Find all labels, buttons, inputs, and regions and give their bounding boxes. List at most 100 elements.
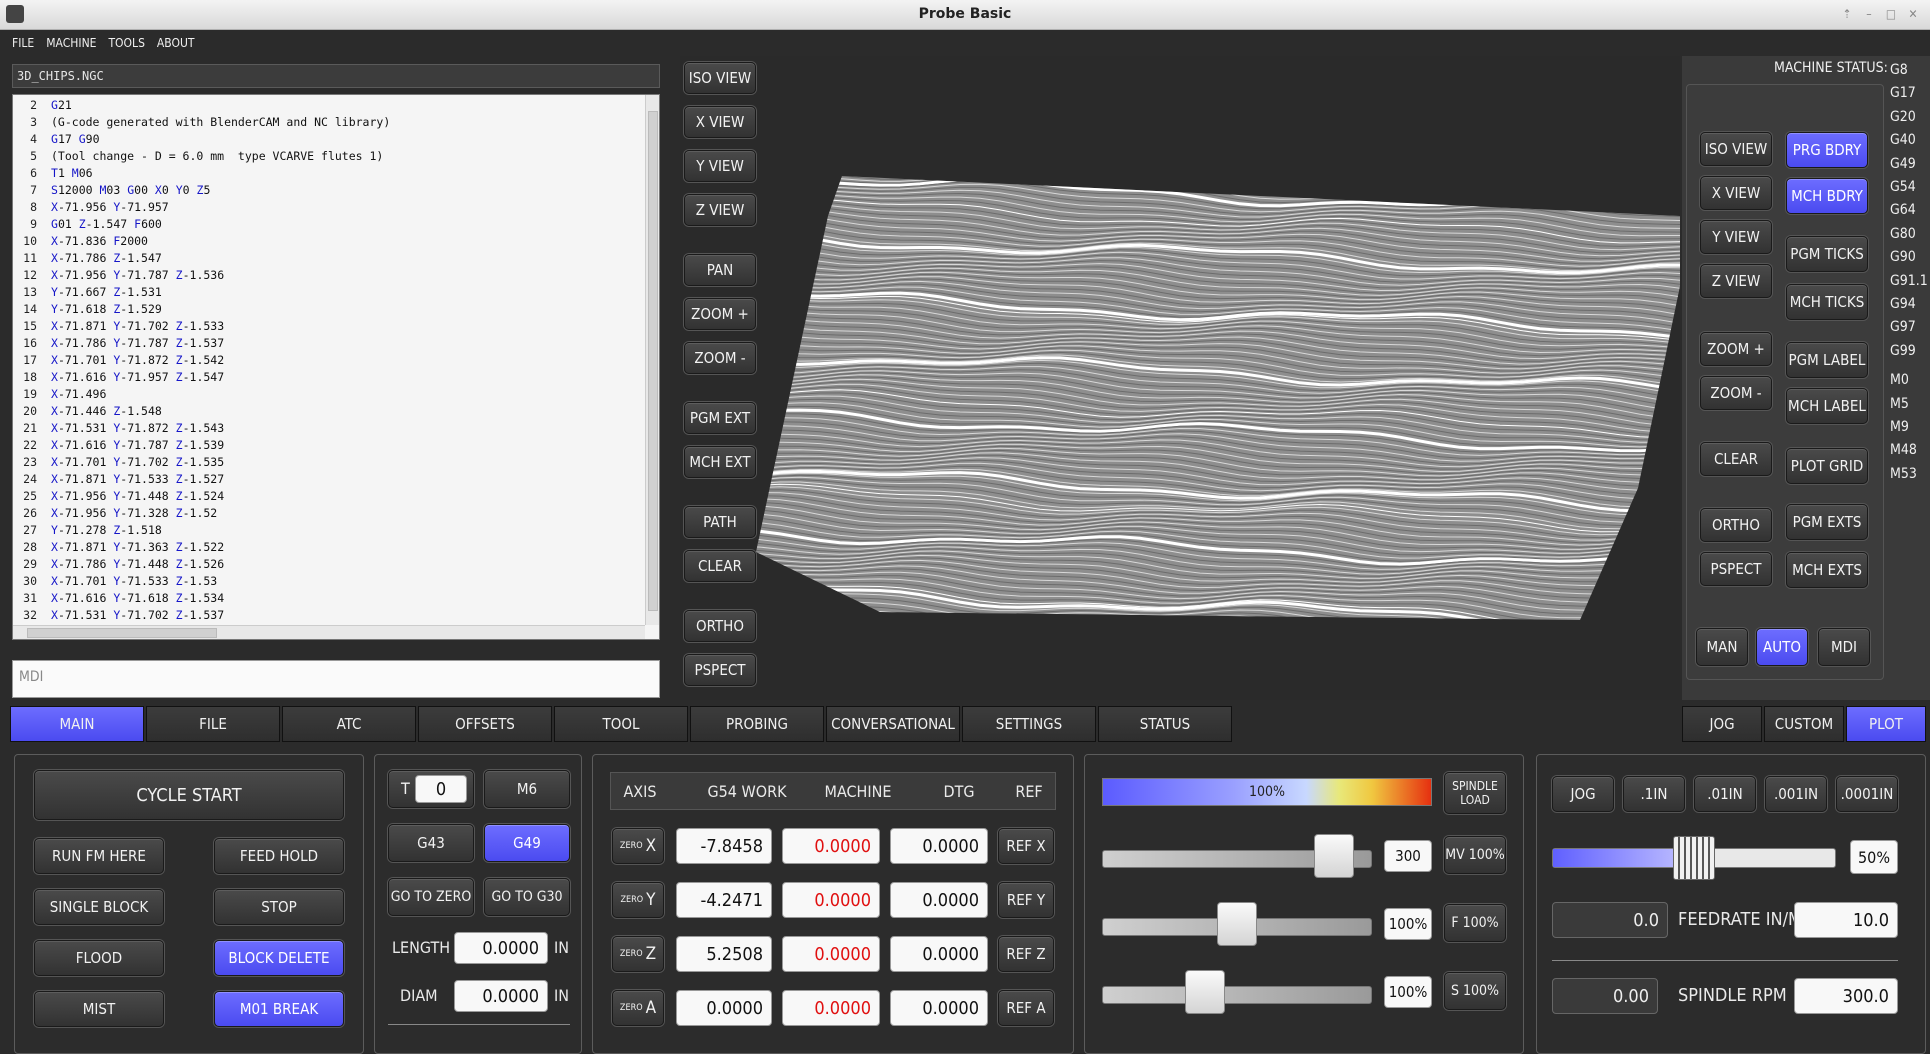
gcode-line[interactable]: 30 X-71.701 Y-71.533 Z-1.53: [13, 573, 643, 590]
menu-machine[interactable]: MACHINE: [40, 30, 102, 56]
menu-about[interactable]: ABOUT: [151, 30, 201, 56]
mdi-input[interactable]: MDI: [12, 660, 660, 698]
gcode-line[interactable]: 11 X-71.786 Z-1.547: [13, 250, 643, 267]
tab-settings[interactable]: SETTINGS: [962, 706, 1096, 742]
rp-btn-clear[interactable]: CLEAR: [1700, 442, 1772, 476]
flood-button[interactable]: FLOOD: [34, 940, 164, 976]
plot-btn-path[interactable]: PATH: [684, 506, 756, 538]
tab-probing[interactable]: PROBING: [690, 706, 824, 742]
spindle-slider[interactable]: [1102, 986, 1372, 1004]
scroll-thumb-h[interactable]: [27, 628, 217, 638]
ref-z-button[interactable]: REF Z: [998, 936, 1054, 972]
mode-btn-mdi[interactable]: MDI: [1818, 628, 1870, 666]
horizontal-scrollbar[interactable]: [13, 625, 645, 639]
work-coord-y[interactable]: -4.2471: [676, 882, 772, 918]
gcode-line[interactable]: 5 (Tool change - D = 6.0 mm type VCARVE f…: [13, 148, 643, 165]
rp-btn-mch-label[interactable]: MCH LABEL: [1786, 388, 1868, 424]
rp-btn-pgm-ticks[interactable]: PGM TICKS: [1786, 236, 1868, 272]
ref-a-button[interactable]: REF A: [998, 990, 1054, 1026]
rp-btn-mch-ticks[interactable]: MCH TICKS: [1786, 284, 1868, 320]
rp-btn-z-view[interactable]: Z VIEW: [1700, 264, 1772, 298]
close-icon[interactable]: ✕: [1906, 7, 1920, 21]
tab-custom[interactable]: CUSTOM: [1764, 706, 1844, 742]
gcode-line[interactable]: 27 Y-71.278 Z-1.518: [13, 522, 643, 539]
tab-tool[interactable]: TOOL: [554, 706, 688, 742]
spindle-rpm-command[interactable]: 300.0: [1794, 978, 1898, 1014]
jog-increment-jog[interactable]: JOG: [1552, 776, 1614, 812]
gcode-line[interactable]: 15 X-71.871 Y-71.702 Z-1.533: [13, 318, 643, 335]
single-block-button[interactable]: SINGLE BLOCK: [34, 889, 164, 925]
ref-x-button[interactable]: REF X: [998, 828, 1054, 864]
gcode-line[interactable]: 21 X-71.531 Y-71.872 Z-1.543: [13, 420, 643, 437]
gcode-line[interactable]: 26 X-71.956 Y-71.328 Z-1.52: [13, 505, 643, 522]
gcode-line[interactable]: 14 Y-71.618 Z-1.529: [13, 301, 643, 318]
ref-y-button[interactable]: REF Y: [998, 882, 1054, 918]
jog-increment-1in[interactable]: .1IN: [1623, 776, 1685, 812]
maximize-icon[interactable]: □: [1884, 7, 1898, 21]
plot-btn-x-view[interactable]: X VIEW: [684, 106, 756, 138]
rp-btn-iso-view[interactable]: ISO VIEW: [1700, 132, 1772, 166]
plot-btn-pan[interactable]: PAN: [684, 254, 756, 286]
gcode-editor[interactable]: 2 G21 3 (G-code generated with BlenderCAM a…: [12, 94, 660, 640]
gcode-line[interactable]: 2 G21: [13, 97, 643, 114]
zero-z-button[interactable]: ZERO Z: [612, 936, 664, 972]
jog-increment-0001in[interactable]: .0001IN: [1836, 776, 1898, 812]
gcode-line[interactable]: 25 X-71.956 Y-71.448 Z-1.524: [13, 488, 643, 505]
gcode-line[interactable]: 28 X-71.871 Y-71.363 Z-1.522: [13, 539, 643, 556]
plot-btn-ortho[interactable]: ORTHO: [684, 610, 756, 642]
gcode-line[interactable]: 9 G01 Z-1.547 F600: [13, 216, 643, 233]
m01-break-button[interactable]: M01 BREAK: [214, 991, 344, 1027]
zero-y-button[interactable]: ZERO Y: [612, 882, 664, 918]
rp-btn-mch-exts[interactable]: MCH EXTS: [1786, 552, 1868, 588]
tab-atc[interactable]: ATC: [282, 706, 416, 742]
backplot-view[interactable]: [680, 56, 1680, 700]
gcode-line[interactable]: 29 X-71.786 Y-71.448 Z-1.526: [13, 556, 643, 573]
rp-btn-plot-grid[interactable]: PLOT GRID: [1786, 448, 1868, 484]
rp-btn-pspect[interactable]: PSPECT: [1700, 552, 1772, 586]
gcode-line[interactable]: 19 X-71.496: [13, 386, 643, 403]
gcode-line[interactable]: 4 G17 G90: [13, 131, 643, 148]
mist-button[interactable]: MIST: [34, 991, 164, 1027]
jog-speed-handle[interactable]: [1673, 836, 1715, 880]
rp-btn-zoom-[interactable]: ZOOM -: [1700, 376, 1772, 410]
gcode-line[interactable]: 7 S12000 M03 G00 X0 Y0 Z5: [13, 182, 643, 199]
tab-plot[interactable]: PLOT: [1846, 706, 1926, 742]
gcode-line[interactable]: 10 X-71.836 F2000: [13, 233, 643, 250]
gcode-line[interactable]: 20 X-71.446 Z-1.548: [13, 403, 643, 420]
gcode-line[interactable]: 8 X-71.956 Y-71.957: [13, 199, 643, 216]
tab-main[interactable]: MAIN: [10, 706, 144, 742]
minimize-icon[interactable]: –: [1862, 7, 1876, 21]
g49-button[interactable]: G49: [484, 824, 570, 862]
work-coord-a[interactable]: 0.0000: [676, 990, 772, 1026]
tab-file[interactable]: FILE: [146, 706, 280, 742]
gcode-line[interactable]: 22 X-71.616 Y-71.787 Z-1.539: [13, 437, 643, 454]
max-velocity-slider-handle[interactable]: [1313, 834, 1354, 878]
feedrate-command[interactable]: 10.0: [1794, 902, 1898, 938]
feed-reset-button[interactable]: F 100%: [1444, 904, 1506, 942]
run-fm-here-button[interactable]: RUN FM HERE: [34, 838, 164, 874]
block-delete-button[interactable]: BLOCK DELETE: [214, 940, 344, 976]
plot-btn-iso-view[interactable]: ISO VIEW: [684, 62, 756, 94]
plot-btn-z-view[interactable]: Z VIEW: [684, 194, 756, 226]
feed-slider-handle[interactable]: [1217, 902, 1257, 946]
jog-increment-001in[interactable]: .001IN: [1765, 776, 1827, 812]
gcode-line[interactable]: 32 X-71.531 Y-71.702 Z-1.537: [13, 607, 643, 624]
spindle-reset-button[interactable]: S 100%: [1444, 972, 1506, 1010]
rp-btn-prg-bdry[interactable]: PRG BDRY: [1786, 132, 1868, 168]
rp-btn-pgm-exts[interactable]: PGM EXTS: [1786, 504, 1868, 540]
gcode-line[interactable]: 12 X-71.956 Y-71.787 Z-1.536: [13, 267, 643, 284]
gcode-line[interactable]: 6 T1 M06: [13, 165, 643, 182]
jog-increment-01in[interactable]: .01IN: [1694, 776, 1756, 812]
menu-file[interactable]: FILE: [0, 30, 40, 56]
rp-btn-zoom-[interactable]: ZOOM +: [1700, 332, 1772, 366]
max-velocity-reset-button[interactable]: MV 100%: [1444, 836, 1506, 874]
plot-btn-y-view[interactable]: Y VIEW: [684, 150, 756, 182]
tab-offsets[interactable]: OFFSETS: [418, 706, 552, 742]
plot-btn-zoom-[interactable]: ZOOM -: [684, 342, 756, 374]
gcode-line[interactable]: 23 X-71.701 Y-71.702 Z-1.535: [13, 454, 643, 471]
cycle-start-button[interactable]: CYCLE START: [34, 770, 344, 820]
zero-x-button[interactable]: ZERO X: [612, 828, 664, 864]
gcode-line[interactable]: 31 X-71.616 Y-71.618 Z-1.534: [13, 590, 643, 607]
plot-btn-pspect[interactable]: PSPECT: [684, 654, 756, 686]
plot-btn-pgm-ext[interactable]: PGM EXT: [684, 402, 756, 434]
